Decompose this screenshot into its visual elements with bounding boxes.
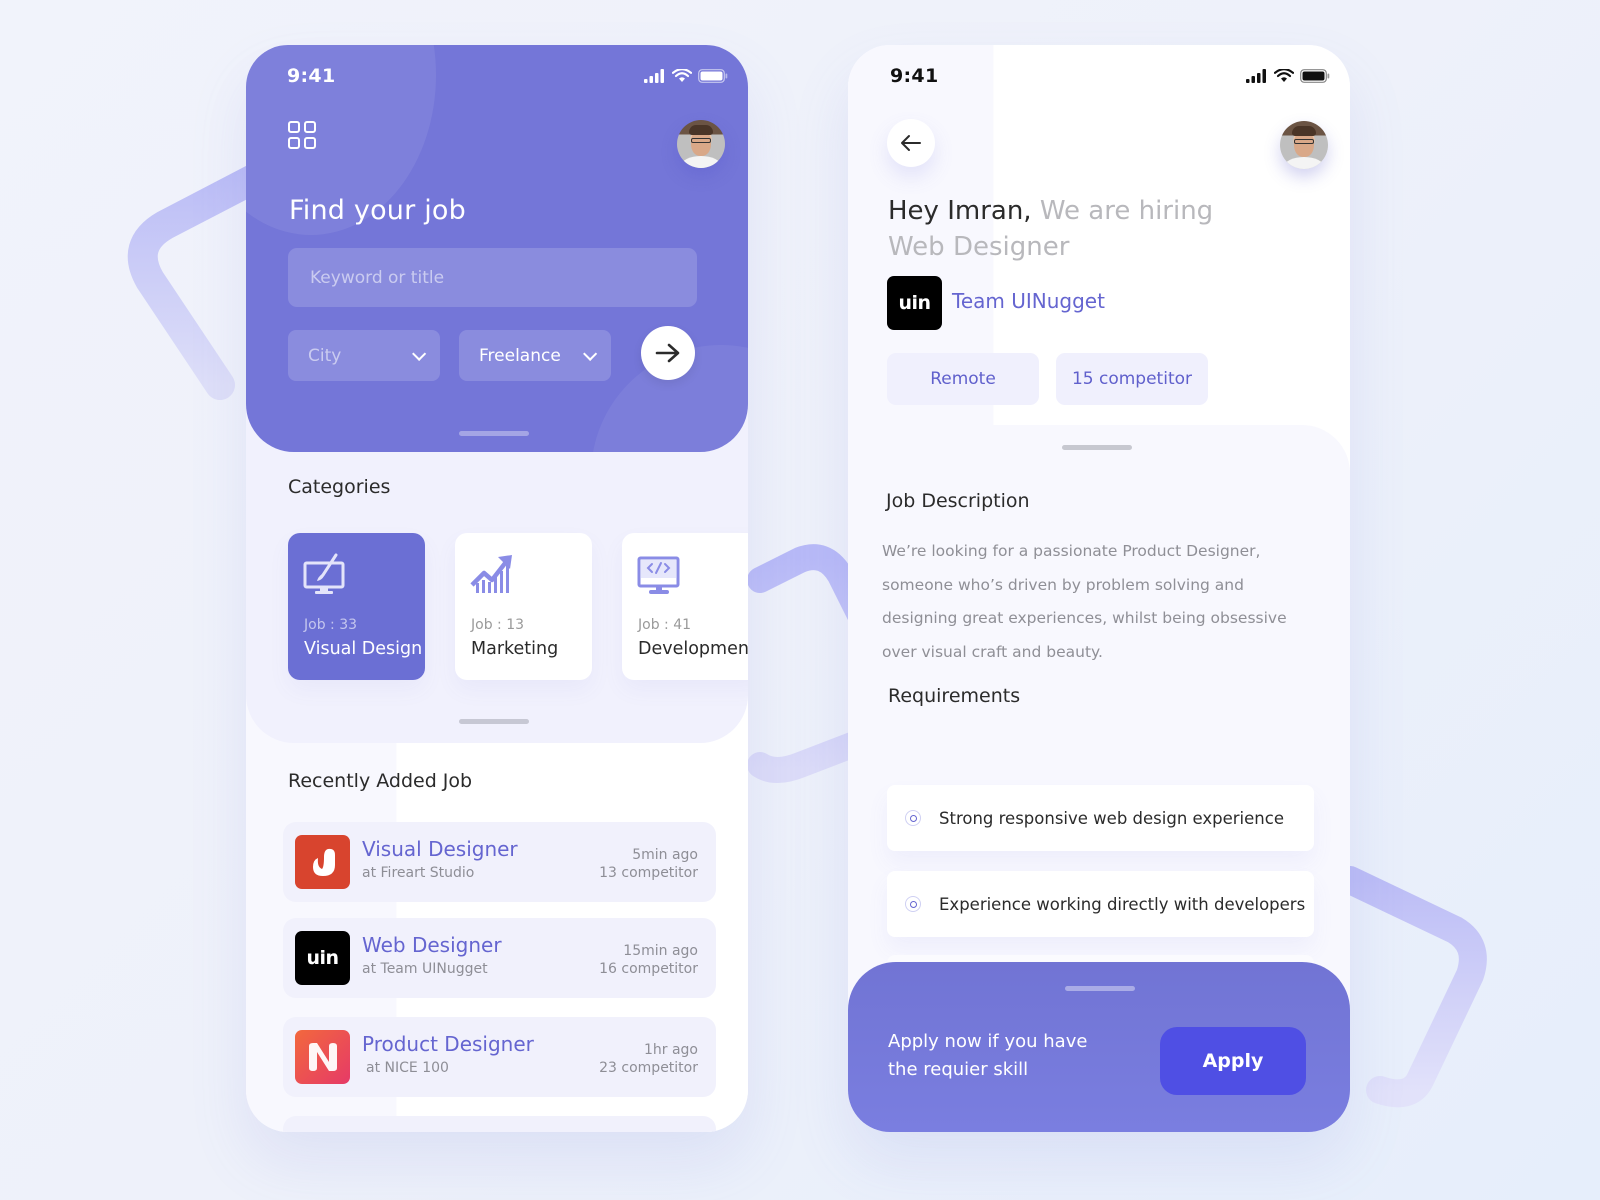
battery-icon: [698, 69, 728, 83]
requirement-text: Experience working directly with develop…: [939, 894, 1306, 914]
status-time: 9:41: [890, 65, 939, 87]
back-button[interactable]: [887, 119, 935, 167]
radio-bullet-icon: [905, 896, 921, 912]
job-posted-time: 5min ago: [632, 847, 698, 863]
monitor-code-icon: [637, 556, 680, 594]
fireart-logo: [295, 835, 350, 889]
job-type-select[interactable]: Freelance: [459, 330, 611, 381]
decorative-triangle-right: [1340, 866, 1487, 1108]
category-name: Marketing: [471, 639, 559, 659]
chevron-down-icon: [412, 346, 427, 361]
apply-bottom-sheet: Apply now if you have the requier skill …: [848, 962, 1350, 1132]
category-card-development[interactable]: Job : 41 Development: [622, 533, 748, 680]
battery-icon: [1300, 69, 1330, 83]
uin-logo: uin: [887, 276, 942, 330]
requirements-title: Requirements: [888, 685, 1021, 707]
chevron-down-icon: [583, 346, 598, 361]
category-name: Development: [638, 639, 748, 659]
categories-title: Categories: [288, 476, 391, 498]
category-job-count: Job : 13: [471, 617, 525, 633]
job-list-item[interactable]: Product Designer at NICE 100 1hr ago 23 …: [283, 1017, 716, 1097]
signal-icon: [644, 69, 664, 83]
category-name: Visual Design: [304, 639, 423, 659]
drag-handle[interactable]: [459, 431, 529, 436]
monitor-brush-icon: [303, 553, 345, 594]
requirement-item[interactable]: Strong responsive web design experience: [887, 785, 1314, 851]
city-select-value: City: [308, 345, 342, 366]
recent-jobs-title: Recently Added Job: [288, 770, 473, 792]
apply-prompt-text: Apply now if you have the requier skill: [888, 1031, 1088, 1080]
job-title: Visual Designer: [362, 837, 518, 861]
status-bar: 9:41: [890, 63, 1330, 89]
user-avatar[interactable]: [677, 120, 725, 168]
wifi-icon: [1274, 69, 1294, 82]
tag-remote: Remote: [887, 353, 1039, 405]
job-competitors: 16 competitor: [599, 961, 698, 977]
job-description-title: Job Description: [886, 490, 1030, 512]
search-hero: 9:41 Find your job City Freelance: [246, 45, 748, 452]
job-posted-time: 15min ago: [623, 943, 698, 959]
status-bar: 9:41: [287, 63, 728, 89]
arrow-left-icon: [901, 135, 921, 151]
drag-handle[interactable]: [1065, 986, 1135, 991]
requirement-item[interactable]: Experience working directly with develop…: [887, 871, 1314, 937]
city-select[interactable]: City: [288, 330, 440, 381]
hero-title: Find your job: [289, 195, 466, 226]
category-card-marketing[interactable]: Job : 13 Marketing: [455, 533, 592, 680]
drag-handle[interactable]: [459, 719, 529, 724]
job-competitors: 23 competitor: [599, 1060, 698, 1076]
job-detail-screen: 9:41 Hey Imran, We are hiring Web Design…: [848, 45, 1350, 1132]
apply-button[interactable]: Apply: [1160, 1027, 1306, 1095]
job-list-item[interactable]: uin Web Designer at Team UINugget 15min …: [283, 918, 716, 998]
grid-menu-icon[interactable]: [288, 121, 316, 149]
arrow-right-icon: [655, 343, 680, 363]
company-name-link[interactable]: Team UINugget: [952, 289, 1105, 313]
user-avatar[interactable]: [1280, 121, 1328, 169]
job-search-screen: 9:41 Find your job City Freelance Cat: [246, 45, 748, 1132]
job-company: at Fireart Studio: [362, 865, 475, 881]
job-title: Web Designer: [362, 933, 502, 957]
drag-handle[interactable]: [1062, 445, 1132, 450]
job-list-item-partial[interactable]: [283, 1116, 716, 1132]
category-job-count: Job : 33: [304, 617, 358, 633]
status-time: 9:41: [287, 65, 336, 87]
uin-logo: uin: [295, 931, 350, 985]
nice-logo: [295, 1030, 350, 1084]
requirement-text: Strong responsive web design experience: [939, 808, 1284, 828]
job-company: at NICE 100: [366, 1060, 449, 1076]
tag-competitors: 15 competitor: [1056, 353, 1208, 405]
job-list-item[interactable]: Visual Designer at Fireart Studio 5min a…: [283, 822, 716, 902]
chart-growth-icon: [470, 555, 512, 593]
job-company: at Team UINugget: [362, 961, 488, 977]
job-posted-time: 1hr ago: [643, 1042, 698, 1058]
search-submit-button[interactable]: [641, 326, 695, 380]
job-description-text: We’re looking for a passionate Product D…: [882, 542, 1287, 661]
wifi-icon: [672, 69, 692, 82]
greeting-name: Hey Imran,: [888, 196, 1032, 226]
category-job-count: Job : 41: [638, 617, 692, 633]
job-type-select-value: Freelance: [479, 345, 561, 366]
keyword-search-input[interactable]: [288, 248, 697, 307]
signal-icon: [1246, 69, 1266, 83]
radio-bullet-icon: [905, 810, 921, 826]
greeting-heading: Hey Imran, We are hiring Web Designer: [888, 193, 1218, 265]
job-competitors: 13 competitor: [599, 865, 698, 881]
category-card-visual-design[interactable]: Job : 33 Visual Design: [288, 533, 425, 680]
job-title: Product Designer: [362, 1032, 534, 1056]
